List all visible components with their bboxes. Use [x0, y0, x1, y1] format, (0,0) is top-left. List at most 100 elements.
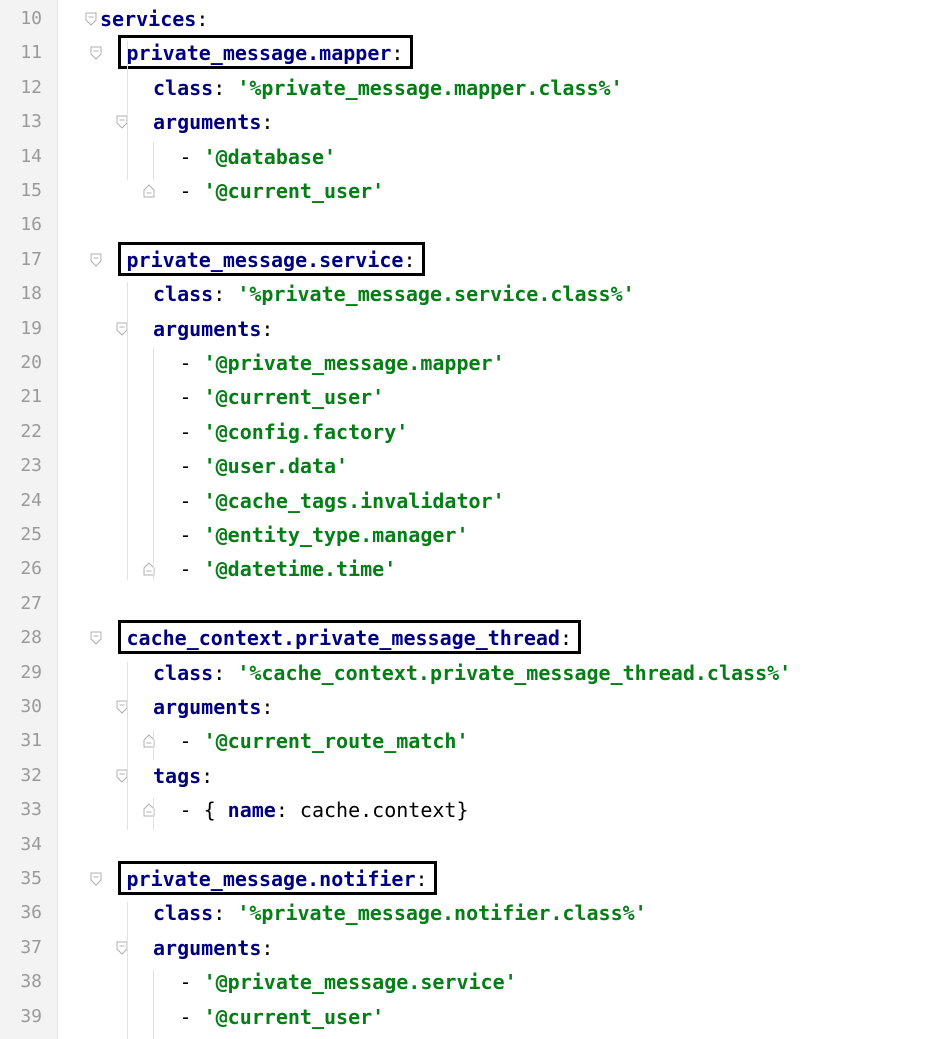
code-line[interactable]: 30 arguments: [0, 690, 941, 724]
code-line[interactable]: 37 arguments: [0, 931, 941, 965]
code-line[interactable]: 11 private_message.mapper: [0, 35, 941, 70]
yaml-key: class [153, 901, 214, 926]
line-number: 31 [20, 730, 42, 752]
code-line[interactable]: 29 class: '%cache_context.private_message… [0, 656, 941, 690]
fold-collapse-icon[interactable] [85, 12, 97, 26]
code-line[interactable]: 17 private_message.service: [0, 241, 941, 277]
code-line[interactable]: 21 - '@current_user' [0, 380, 941, 414]
line-number: 28 [20, 627, 42, 649]
line-number: 35 [20, 868, 42, 889]
yaml-text: : [261, 935, 274, 960]
yaml-text: : [261, 110, 274, 135]
yaml-key: private_message.notifier [126, 867, 416, 891]
code-line[interactable]: 14 - '@database' [0, 140, 941, 174]
line-number: 21 [20, 386, 42, 408]
line-number: 20 [20, 352, 42, 373]
indent-guide [126, 41, 128, 180]
code-line[interactable]: 33 - { name: cache.context} [0, 793, 941, 827]
yaml-string: '@private_message.service' [203, 970, 517, 995]
code-line[interactable]: 20 - '@private_message.mapper' [0, 346, 941, 380]
yaml-key: class [153, 282, 214, 307]
code-content: cache_context.private_message_thread: [127, 621, 573, 655]
code-area[interactable]: 10 services: 11 private_message.mapper: 12 cl… [0, 0, 941, 1039]
line-number: 12 [20, 76, 42, 98]
yaml-text: : [213, 75, 238, 100]
fold-end-icon[interactable] [143, 184, 155, 198]
yaml-key: private_message.mapper [126, 41, 392, 66]
line-number: 34 [20, 833, 42, 855]
code-line[interactable]: 35 private_message.notifier: [0, 861, 941, 896]
line-number: 14 [20, 145, 42, 167]
yaml-key: tags [153, 763, 202, 788]
line-number: 29 [20, 661, 42, 683]
code-line[interactable]: 16 [0, 208, 941, 242]
yaml-text: - [179, 179, 204, 203]
code-line[interactable]: 34 [0, 828, 941, 862]
fold-collapse-icon[interactable] [90, 46, 102, 61]
code-line[interactable]: 28 cache_context.private_message_thread: [0, 620, 941, 655]
line-number: 24 [20, 489, 42, 511]
yaml-text: : [213, 901, 238, 926]
code-line[interactable]: 31 - '@current_route_match' [0, 724, 941, 758]
code-line[interactable]: 39 - '@current_user' [0, 1000, 941, 1034]
line-number: 26 [20, 558, 42, 580]
line-number: 33 [20, 799, 42, 821]
code-content: private_message.service: [127, 243, 416, 277]
yaml-key: services [100, 7, 197, 31]
yaml-string: '@config.factory' [203, 419, 409, 444]
fold-collapse-icon[interactable] [90, 872, 102, 886]
code-content: - '@config.factory' [180, 415, 409, 449]
code-line[interactable]: 15 - '@current_user' [0, 174, 941, 208]
yaml-string: '%cache_context.private_message_thread.c… [237, 660, 792, 685]
yaml-string: '@entity_type.manager' [203, 523, 469, 547]
yaml-text: : [415, 867, 428, 891]
code-content: - '@entity_type.manager' [180, 518, 469, 552]
yaml-text: - [179, 970, 204, 995]
yaml-text: : [391, 41, 404, 66]
code-line[interactable]: 24 - '@cache_tags.invalidator' [0, 484, 941, 518]
line-number: 11 [20, 42, 42, 64]
line-number: 22 [20, 420, 42, 442]
code-line[interactable]: 18 class: '%private_message.service.class… [0, 277, 941, 311]
code-line[interactable]: 38 - '@private_message.service' [0, 965, 941, 999]
line-number: 15 [20, 180, 42, 201]
line-number: 37 [20, 936, 42, 958]
code-line[interactable]: 10 services: [0, 2, 941, 36]
code-editor[interactable]: 10 services: 11 private_message.mapper: 12 cl… [0, 0, 941, 1039]
yaml-string: '@current_user' [203, 179, 385, 203]
yaml-key: cache_context.private_message_thread [126, 626, 560, 651]
yaml-key: arguments [153, 316, 262, 341]
fold-collapse-icon[interactable] [90, 253, 102, 267]
line-number: 27 [20, 592, 42, 614]
indent-guide [153, 142, 154, 180]
code-line[interactable]: 13 arguments: [0, 105, 941, 139]
yaml-text: : [213, 660, 238, 685]
code-line[interactable]: 27 [0, 587, 941, 621]
line-number: 23 [20, 455, 42, 477]
yaml-text: : [559, 626, 573, 651]
code-content: class: '%private_message.service.class%' [153, 277, 635, 311]
line-number: 13 [20, 111, 42, 133]
fold-collapse-icon[interactable] [90, 631, 102, 645]
yaml-text: - [179, 144, 204, 169]
yaml-text: - [179, 488, 204, 513]
line-number: 10 [20, 8, 42, 29]
code-content: - '@current_user' [180, 174, 385, 208]
code-content: - '@cache_tags.invalidator' [180, 484, 505, 518]
code-content: private_message.notifier: [127, 862, 428, 896]
code-line[interactable]: 32 tags: [0, 759, 941, 793]
code-line[interactable]: 12 class: '%private_message.mapper.class%… [0, 71, 941, 105]
yaml-string: '%private_message.notifier.class%' [237, 901, 647, 926]
line-number: 16 [20, 214, 42, 236]
line-number: 17 [20, 248, 42, 270]
code-line[interactable]: 22 - '@config.factory' [0, 415, 941, 449]
code-line[interactable]: 36 class: '%private_message.notifier.clas… [0, 896, 941, 930]
code-line[interactable]: 19 arguments: [0, 312, 941, 346]
code-line[interactable]: 26 - '@datetime.time' [0, 552, 941, 586]
yaml-string: '%private_message.mapper.class%' [237, 75, 623, 100]
indent-guide [126, 902, 128, 1039]
code-line[interactable]: 25 - '@entity_type.manager' [0, 518, 941, 552]
indent-guide [126, 282, 128, 580]
yaml-text: : [403, 247, 416, 272]
code-line[interactable]: 23 - '@user.data' [0, 449, 941, 483]
